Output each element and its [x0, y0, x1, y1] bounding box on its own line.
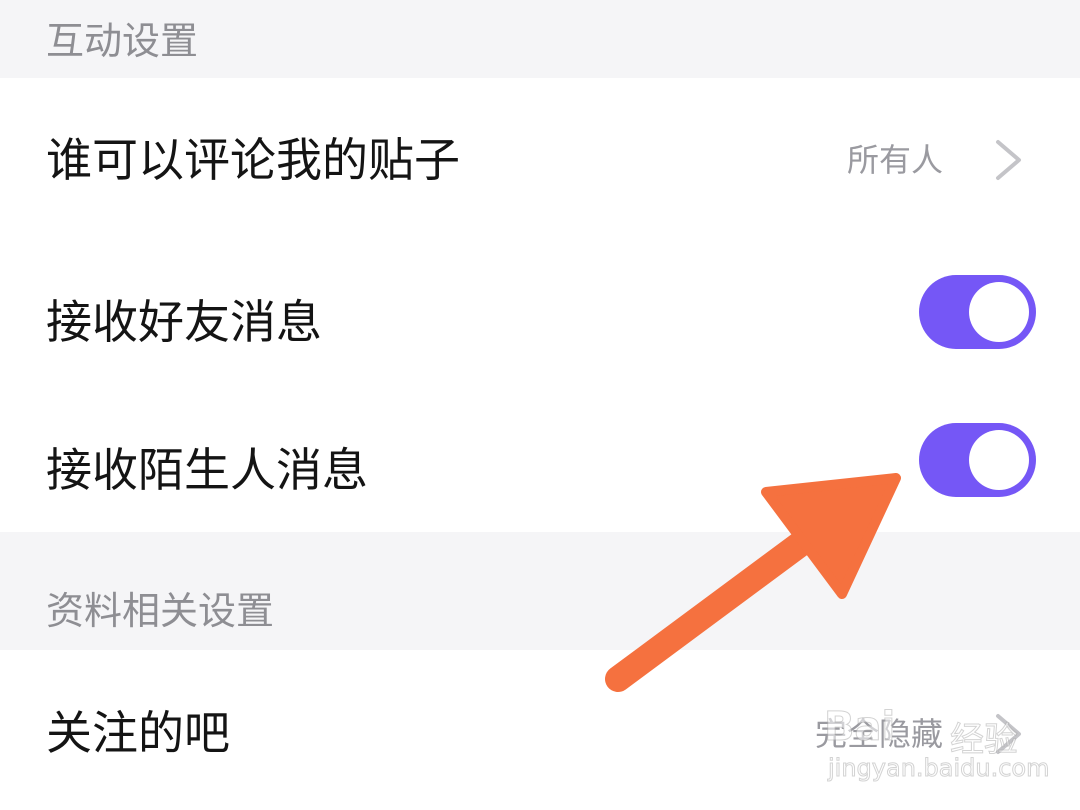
- row-label: 接收陌生人消息: [46, 443, 368, 497]
- row-value: 所有人: [846, 141, 943, 179]
- section-header-label: 资料相关设置: [46, 589, 275, 633]
- row-label: 关注的吧: [46, 706, 230, 760]
- row-receive-stranger-messages: 接收陌生人消息: [0, 390, 1080, 532]
- row-label: 谁可以评论我的贴子: [46, 133, 460, 187]
- chevron-right-icon: [996, 714, 1021, 754]
- row-receive-friend-messages: 接收好友消息: [0, 242, 1080, 390]
- stranger-messages-toggle[interactable]: [919, 423, 1036, 497]
- section-header-interaction: 互动设置: [0, 0, 1080, 78]
- section-header-profile: 资料相关设置: [0, 532, 1080, 650]
- settings-group-interaction: 谁可以评论我的贴子 所有人 接收好友消息 接收陌生人消息: [0, 78, 1080, 532]
- chevron-right-icon: [996, 140, 1021, 180]
- section-header-label: 互动设置: [46, 19, 199, 63]
- row-value: 完全隐藏: [814, 715, 943, 753]
- settings-page: 互动设置 谁可以评论我的贴子 所有人 接收好友消息 接收陌生人消息 资料相关设置: [0, 0, 1080, 810]
- row-who-can-comment[interactable]: 谁可以评论我的贴子 所有人: [0, 78, 1080, 242]
- friend-messages-toggle[interactable]: [919, 275, 1036, 349]
- row-followed-bars[interactable]: 关注的吧 完全隐藏: [0, 650, 1080, 810]
- row-label: 接收好友消息: [46, 295, 322, 349]
- toggle-knob: [969, 282, 1029, 342]
- settings-group-profile: 关注的吧 完全隐藏: [0, 650, 1080, 810]
- toggle-knob: [969, 430, 1029, 490]
